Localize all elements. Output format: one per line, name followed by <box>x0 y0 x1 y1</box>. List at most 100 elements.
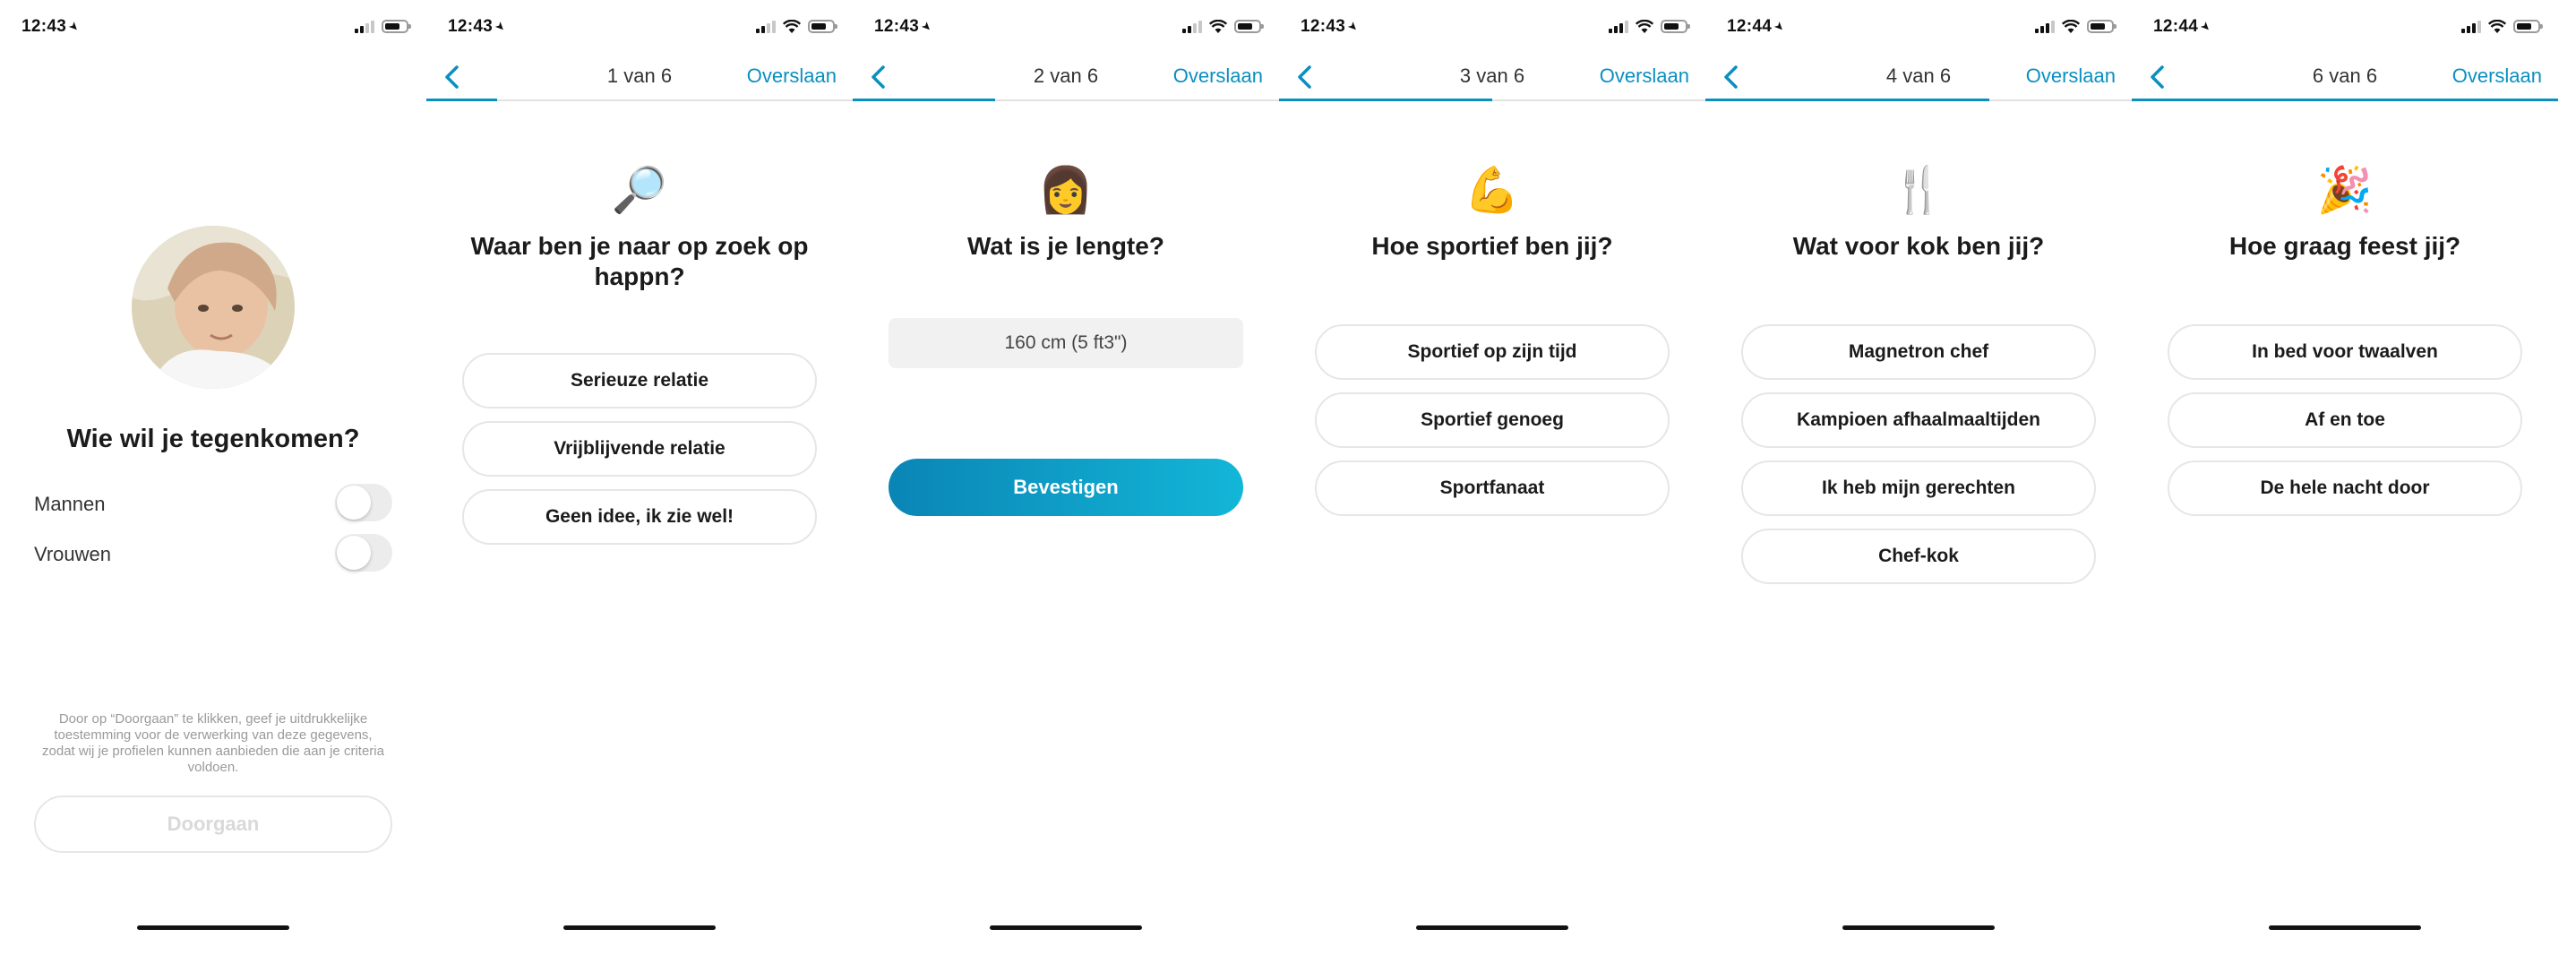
toggle-row-women: Vrouwen <box>34 534 392 575</box>
status-bar: 12:43➤ <box>1279 0 1705 54</box>
home-indicator <box>137 925 289 930</box>
toggle-label: Mannen <box>34 493 106 515</box>
progress-track <box>426 99 853 101</box>
progress-track <box>1279 99 1705 101</box>
wifi-icon <box>2062 20 2080 33</box>
cellular-signal-icon <box>1182 21 1202 33</box>
option-button[interactable]: Magnetron chef <box>1741 324 2096 380</box>
progress-track <box>853 99 1279 101</box>
question-title: Wat voor kok ben jij? <box>1792 232 2045 260</box>
progress-track <box>2132 99 2558 101</box>
nav-bar: 4 van 6 Overslaan <box>1705 54 2132 100</box>
progress-bar <box>426 99 498 101</box>
options-list: Magnetron chef Kampioen afhaalmaaltijden… <box>1741 324 2096 597</box>
screen-party: 12:44➤ 6 van 6 Overslaan 🎉 Hoe graag fee… <box>2132 0 2558 955</box>
toggle-women[interactable] <box>335 534 392 572</box>
option-button[interactable]: Ik heb mijn gerechten <box>1741 460 2096 516</box>
question-title: Hoe graag feest jij? <box>2228 232 2461 260</box>
home-indicator <box>2269 925 2421 930</box>
skip-button[interactable]: Overslaan <box>2026 65 2116 88</box>
location-arrow-icon: ➤ <box>492 18 510 35</box>
screen-gender-preference: 12:43➤ Wie wil je tegenkomen? Mannen Vro… <box>0 0 426 955</box>
home-indicator <box>1416 925 1568 930</box>
location-arrow-icon: ➤ <box>1771 18 1789 35</box>
battery-icon <box>382 20 411 33</box>
progress-bar <box>1279 99 1492 101</box>
option-button[interactable]: Chef-kok <box>1741 529 2096 584</box>
skip-button[interactable]: Overslaan <box>747 65 837 88</box>
party-popper-icon: 🎉 <box>2316 165 2374 215</box>
status-time: 12:43 <box>21 17 67 36</box>
status-time: 12:44 <box>2153 17 2199 36</box>
avatar <box>132 226 295 389</box>
status-bar: 12:44➤ <box>1705 0 2132 54</box>
toggle-row-men: Mannen <box>34 484 392 525</box>
status-time: 12:44 <box>1727 17 1773 36</box>
skip-button[interactable]: Overslaan <box>2452 65 2542 88</box>
person-icon: 👩 <box>1037 165 1095 215</box>
wifi-icon <box>783 20 801 33</box>
option-button[interactable]: Sportief op zijn tijd <box>1315 324 1670 380</box>
cellular-signal-icon <box>1609 21 1628 33</box>
location-arrow-icon: ➤ <box>918 18 936 35</box>
status-time: 12:43 <box>448 17 494 36</box>
consent-text: Door op “Doorgaan” te klikken, geef je u… <box>42 711 384 775</box>
options-list: Serieuze relatie Vrijblijvende relatie G… <box>462 353 817 557</box>
cellular-signal-icon <box>2035 21 2055 33</box>
skip-button[interactable]: Overslaan <box>1173 65 1263 88</box>
screen-sport: 12:43➤ 3 van 6 Overslaan 💪 Hoe sportief … <box>1279 0 1705 955</box>
option-button[interactable]: Geen idee, ik zie wel! <box>462 489 817 545</box>
skip-button[interactable]: Overslaan <box>1600 65 1689 88</box>
progress-bar <box>853 99 995 101</box>
status-bar: 12:44➤ <box>2132 0 2558 54</box>
nav-bar: 2 van 6 Overslaan <box>853 54 1279 100</box>
magnifier-icon: 🔎 <box>611 165 668 215</box>
toggle-men[interactable] <box>335 484 392 521</box>
question-title: Waar ben je naar op zoek op happn? <box>470 232 809 290</box>
option-button[interactable]: Kampioen afhaalmaaltijden <box>1741 392 2096 448</box>
status-bar: 12:43➤ <box>853 0 1279 54</box>
cellular-signal-icon <box>355 21 374 33</box>
location-arrow-icon: ➤ <box>1344 18 1362 35</box>
progress-track <box>1705 99 2132 101</box>
status-bar: 12:43➤ <box>426 0 853 54</box>
page-title: Wie wil je tegenkomen? <box>66 425 360 453</box>
battery-icon <box>2513 20 2543 33</box>
question-title: Hoe sportief ben jij? <box>1371 232 1613 260</box>
option-button[interactable]: In bed voor twaalven <box>2168 324 2522 380</box>
home-indicator <box>990 925 1142 930</box>
flexed-biceps-icon: 💪 <box>1464 165 1521 215</box>
location-arrow-icon: ➤ <box>2197 18 2215 35</box>
question-title: Wat is je lengte? <box>967 232 1164 260</box>
progress-bar <box>2132 99 2558 101</box>
toggle-label: Vrouwen <box>34 543 112 565</box>
wifi-icon <box>1636 20 1653 33</box>
option-button[interactable]: Vrijblijvende relatie <box>462 421 817 477</box>
option-button[interactable]: Af en toe <box>2168 392 2522 448</box>
continue-button[interactable]: Doorgaan <box>34 796 392 853</box>
option-button[interactable]: De hele nacht door <box>2168 460 2522 516</box>
options-list: Sportief op zijn tijd Sportief genoeg Sp… <box>1315 324 1670 529</box>
screen-height: 12:43➤ 2 van 6 Overslaan 👩 Wat is je len… <box>853 0 1279 955</box>
fork-knife-icon: 🍴 <box>1890 165 1947 215</box>
progress-bar <box>1705 99 1990 101</box>
home-indicator <box>563 925 716 930</box>
nav-bar: 1 van 6 Overslaan <box>426 54 853 100</box>
confirm-button[interactable]: Bevestigen <box>889 459 1243 516</box>
option-button[interactable]: Sportief genoeg <box>1315 392 1670 448</box>
status-bar: 12:43➤ <box>0 0 426 54</box>
status-time: 12:43 <box>1301 17 1346 36</box>
wifi-icon <box>2488 20 2506 33</box>
home-indicator <box>1842 925 1995 930</box>
battery-icon <box>2087 20 2117 33</box>
wifi-icon <box>1209 20 1227 33</box>
nav-bar: 6 van 6 Overslaan <box>2132 54 2558 100</box>
option-button[interactable]: Serieuze relatie <box>462 353 817 409</box>
option-button[interactable]: Sportfanaat <box>1315 460 1670 516</box>
battery-icon <box>1234 20 1264 33</box>
location-arrow-icon: ➤ <box>65 18 83 35</box>
screen-cooking: 12:44➤ 4 van 6 Overslaan 🍴 Wat voor kok … <box>1705 0 2132 955</box>
nav-bar: 3 van 6 Overslaan <box>1279 54 1705 100</box>
screen-looking-for: 12:43➤ 1 van 6 Overslaan 🔎 Waar ben je n… <box>426 0 853 955</box>
height-picker-field[interactable]: 160 cm (5 ft3") <box>889 318 1243 368</box>
